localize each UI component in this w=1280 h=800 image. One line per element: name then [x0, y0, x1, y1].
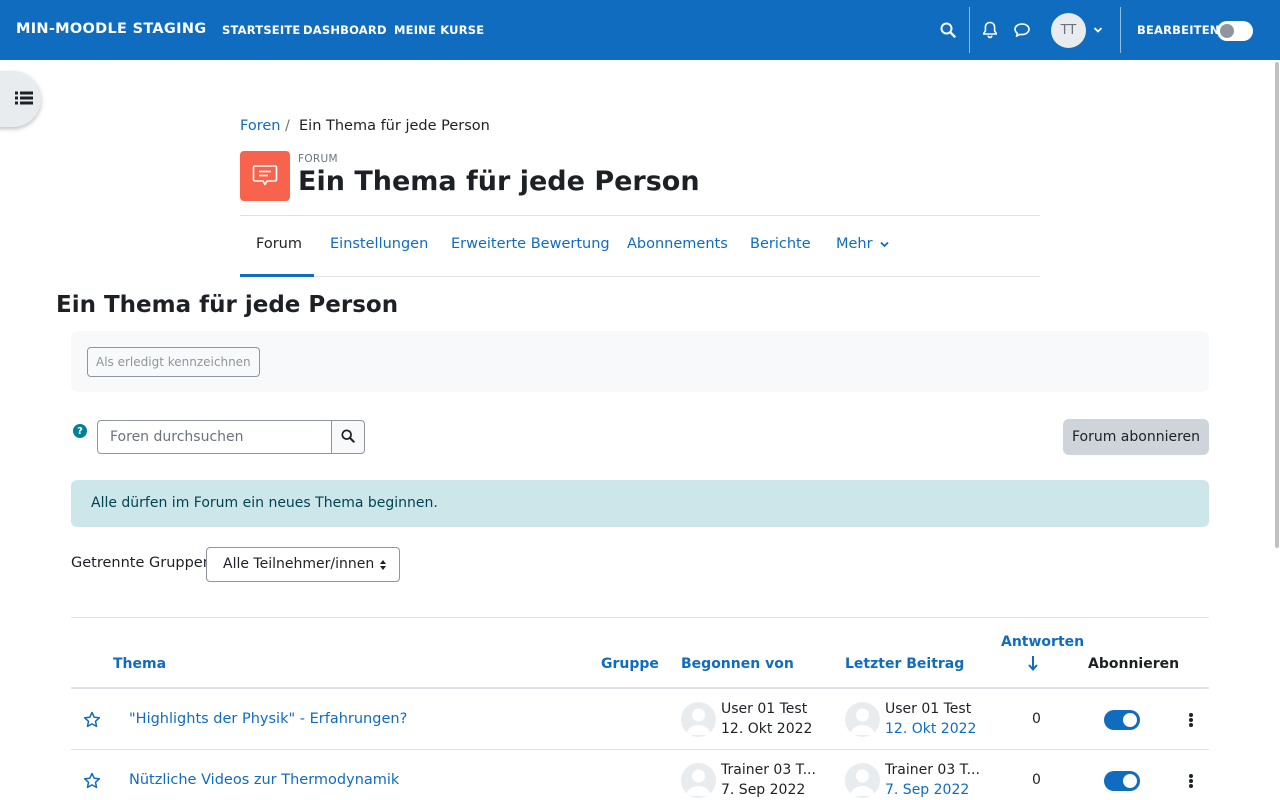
- started-by-name[interactable]: Trainer 03 T...: [721, 762, 816, 778]
- row-divider: [71, 749, 1209, 750]
- breadcrumb-current: Ein Thema für jede Person: [299, 118, 490, 134]
- last-post-date-link[interactable]: 7. Sep 2022: [885, 782, 969, 798]
- tab-advanced-grading[interactable]: Erweiterte Bewertung: [451, 236, 610, 252]
- chevron-down-icon[interactable]: [1089, 20, 1107, 40]
- search-icon[interactable]: [938, 20, 958, 40]
- user-avatar[interactable]: TT: [1051, 13, 1086, 48]
- table-top-border: [71, 617, 1209, 618]
- user-picture[interactable]: [845, 702, 880, 737]
- nav-home[interactable]: STARTSEITE: [222, 23, 300, 37]
- scrollbar-thumb[interactable]: [1275, 62, 1279, 548]
- forum-activity-icon: [240, 151, 290, 201]
- forum-search-input[interactable]: [97, 420, 332, 454]
- table-header-border: [71, 687, 1209, 689]
- subscribe-forum-button[interactable]: Forum abonnieren: [1063, 419, 1209, 455]
- more-actions-icon[interactable]: [1186, 772, 1196, 790]
- bell-icon[interactable]: [980, 20, 1000, 40]
- nav-dashboard[interactable]: DASHBOARD: [303, 23, 387, 37]
- discussion-subscribe-toggle[interactable]: [1104, 771, 1140, 791]
- tab-more[interactable]: Mehr: [836, 236, 889, 252]
- tab-reports[interactable]: Berichte: [750, 236, 811, 252]
- navbar-divider: [1120, 7, 1121, 53]
- secondary-nav: Forum Einstellungen Erweiterte Bewertung…: [240, 215, 1040, 277]
- activity-completion: Als erledigt kennzeichnen: [71, 331, 1209, 392]
- user-picture[interactable]: [681, 702, 716, 737]
- toggle-knob: [1123, 713, 1137, 727]
- group-mode-label: Getrennte Gruppen: [71, 555, 212, 571]
- col-header-subscribe: Abonnieren: [1088, 656, 1180, 672]
- discussion-topic-link[interactable]: "Highlights der Physik" - Erfahrungen?: [129, 711, 407, 727]
- more-actions-icon[interactable]: [1186, 711, 1196, 729]
- reply-count: 0: [1032, 711, 1041, 727]
- last-post-author[interactable]: User 01 Test: [885, 701, 971, 717]
- site-brand[interactable]: MIN-MOODLE STAGING: [16, 21, 206, 37]
- info-alert: Alle dürfen im Forum ein neues Thema beg…: [71, 480, 1209, 527]
- group-select[interactable]: Alle Teilnehmer/innen: [206, 547, 400, 582]
- active-tab-indicator: [240, 274, 314, 277]
- edit-mode-toggle[interactable]: [1217, 21, 1253, 41]
- toggle-knob: [1220, 24, 1234, 38]
- toggle-knob: [1123, 774, 1137, 788]
- edit-mode-label: BEARBEITEN: [1137, 23, 1220, 37]
- sort-descending-icon[interactable]: [1027, 655, 1039, 675]
- search-submit-button[interactable]: [331, 420, 365, 454]
- forum-heading: Ein Thema für jede Person: [56, 292, 399, 318]
- tab-more-label: Mehr: [836, 236, 873, 252]
- help-icon[interactable]: ?: [73, 424, 87, 438]
- navbar-divider: [969, 7, 970, 53]
- list-icon: [14, 90, 33, 109]
- col-header-started-by[interactable]: Begonnen von: [681, 656, 794, 672]
- group-select-value: Alle Teilnehmer/innen: [223, 556, 375, 572]
- nav-my-courses[interactable]: MEINE KURSE: [394, 23, 484, 37]
- started-date: 12. Okt 2022: [721, 721, 813, 737]
- discussion-subscribe-toggle[interactable]: [1104, 710, 1140, 730]
- user-picture[interactable]: [681, 763, 716, 798]
- module-type-label: FORUM: [298, 153, 338, 165]
- tab-subscriptions[interactable]: Abonnements: [627, 236, 728, 252]
- col-header-group[interactable]: Gruppe: [601, 656, 659, 672]
- chat-bubble-icon[interactable]: [1012, 20, 1032, 40]
- discussion-topic-link[interactable]: Nützliche Videos zur Thermodynamik: [129, 772, 399, 788]
- col-header-replies[interactable]: Antworten: [1001, 634, 1084, 650]
- course-index-toggle[interactable]: [0, 71, 41, 127]
- star-icon[interactable]: [83, 711, 101, 729]
- tab-settings[interactable]: Einstellungen: [330, 236, 428, 252]
- mark-as-done-button[interactable]: Als erledigt kennzeichnen: [87, 347, 260, 377]
- star-icon[interactable]: [83, 772, 101, 790]
- select-arrows-icon: [379, 558, 387, 572]
- top-navbar: MIN-MOODLE STAGING STARTSEITE DASHBOARD …: [0, 0, 1280, 60]
- tab-forum[interactable]: Forum: [256, 236, 302, 252]
- started-date: 7. Sep 2022: [721, 782, 806, 798]
- chevron-down-icon: [877, 236, 889, 252]
- breadcrumb-forums[interactable]: Foren: [240, 118, 280, 134]
- col-header-last-post[interactable]: Letzter Beitrag: [845, 656, 964, 672]
- reply-count: 0: [1032, 772, 1041, 788]
- breadcrumb-separator: /: [285, 118, 290, 134]
- user-picture[interactable]: [845, 763, 880, 798]
- page-title: Ein Thema für jede Person: [298, 166, 700, 197]
- last-post-author[interactable]: Trainer 03 T...: [885, 762, 980, 778]
- last-post-date-link[interactable]: 12. Okt 2022: [885, 721, 976, 737]
- search-icon: [341, 428, 355, 447]
- col-header-topic[interactable]: Thema: [113, 656, 166, 672]
- started-by-name[interactable]: User 01 Test: [721, 701, 807, 717]
